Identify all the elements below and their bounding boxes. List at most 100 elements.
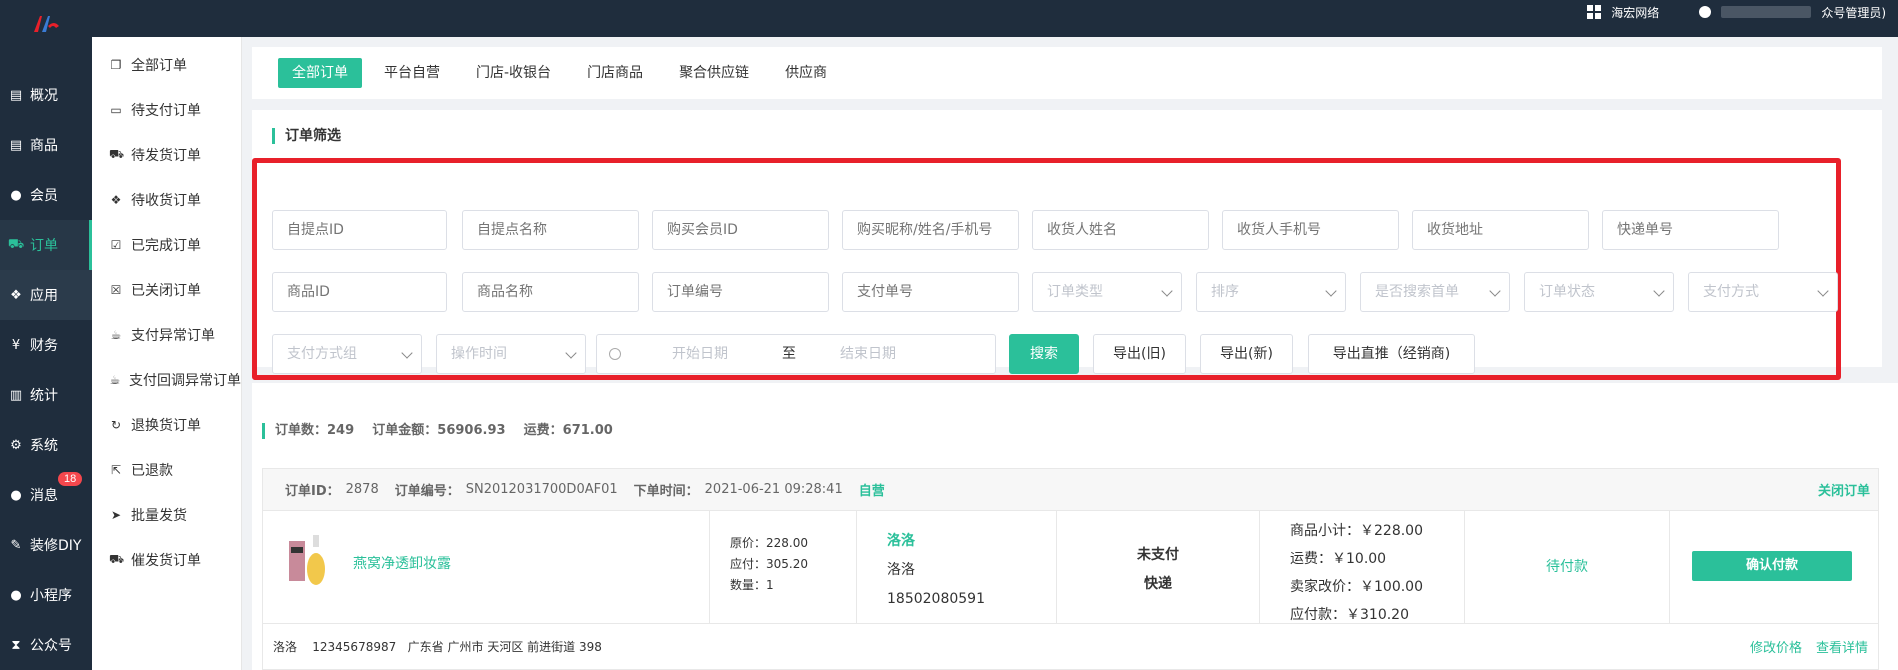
sort-select[interactable]: 排序 bbox=[1196, 272, 1346, 312]
order-sn: SN2012031700D0AF01 bbox=[465, 482, 618, 497]
date-separator: 至 bbox=[782, 346, 796, 362]
brand-logo-icon[interactable] bbox=[32, 12, 60, 34]
truck-icon: ⛟ bbox=[109, 551, 125, 566]
tab-supplier[interactable]: 供应商 bbox=[771, 58, 841, 88]
submenu-batch-ship[interactable]: ➤ 批量发货 bbox=[92, 492, 241, 537]
top-bar: 海宏网络 众号管理员) bbox=[0, 0, 1898, 37]
sidebar-item-overview[interactable]: ▤ 概况 bbox=[0, 70, 92, 120]
consignee-name-input[interactable] bbox=[1032, 210, 1209, 250]
submenu-refunded[interactable]: ⇱ 已退款 bbox=[92, 447, 241, 492]
main-content: 全部订单 平台自营 门店-收银台 门店商品 聚合供应链 供应商 订单筛选 订单类… bbox=[242, 37, 1898, 670]
users-icon: ● bbox=[10, 187, 22, 203]
export-new-button[interactable]: 导出(新) bbox=[1200, 334, 1293, 374]
order-time: 2021-06-21 09:28:41 bbox=[704, 482, 843, 497]
member-id-input[interactable] bbox=[652, 210, 829, 250]
confirm-payment-button[interactable]: 确认付款 bbox=[1692, 551, 1852, 581]
sidebar-item-finance[interactable]: ¥ 财务 bbox=[0, 320, 92, 370]
sidebar-item-official-account[interactable]: ⧗ 公众号 bbox=[0, 620, 92, 670]
submenu-closed[interactable]: ☒ 已关闭订单 bbox=[92, 267, 241, 312]
view-detail-link[interactable]: 查看详情 bbox=[1816, 637, 1868, 656]
pickup-point-name-input[interactable] bbox=[462, 210, 639, 250]
submenu-pending-receipt[interactable]: ❖ 待收货订单 bbox=[92, 177, 241, 222]
sidebar-item-miniprogram[interactable]: ● 小程序 bbox=[0, 570, 92, 620]
address-input[interactable] bbox=[1412, 210, 1589, 250]
submenu-pending-shipment[interactable]: ⛟ 待发货订单 bbox=[92, 132, 241, 177]
book-icon: ▤ bbox=[9, 137, 23, 153]
order-summary: 订单数：249 订单金额：56906.93 运费：671.00 bbox=[262, 423, 613, 439]
pay-sn-input[interactable] bbox=[842, 272, 1019, 312]
sidebar-item-diy[interactable]: ✎ 装修DIY bbox=[0, 520, 92, 570]
order-type-select[interactable]: 订单类型 bbox=[1032, 272, 1182, 312]
search-button[interactable]: 搜索 bbox=[1009, 334, 1079, 374]
submenu-completed[interactable]: ☑ 已完成订单 bbox=[92, 222, 241, 267]
first-order-select[interactable]: 是否搜索首单 bbox=[1360, 272, 1510, 312]
goods-name-link[interactable]: 燕窝净透卸妆露 bbox=[353, 553, 451, 573]
cup-icon: ☕ bbox=[110, 327, 122, 342]
goods-name-input[interactable] bbox=[462, 272, 639, 312]
user-icon bbox=[1699, 6, 1712, 18]
sidebar-item-stats[interactable]: ▥ 统计 bbox=[0, 370, 92, 420]
start-date[interactable]: 开始日期 bbox=[672, 335, 728, 373]
export-old-button[interactable]: 导出(旧) bbox=[1093, 334, 1186, 374]
buyer-cell: 洛洛 洛洛 18502080591 bbox=[857, 511, 1057, 624]
sidebar-item-messages[interactable]: ● 消息 18 bbox=[0, 470, 92, 520]
goods-id-input[interactable] bbox=[272, 272, 447, 312]
tracking-number-input[interactable] bbox=[1602, 210, 1779, 250]
status-cell: 待付款 bbox=[1465, 511, 1670, 624]
bar-chart-icon: ▥ bbox=[9, 387, 23, 403]
submenu-payment-exception[interactable]: ☕ 支付异常订单 bbox=[92, 312, 241, 357]
chat-icon: ● bbox=[10, 487, 22, 503]
company-name[interactable]: 海宏网络 bbox=[1611, 4, 1659, 21]
consignee-phone-input[interactable] bbox=[1222, 210, 1399, 250]
sidebar: ▤ 概况 ▤ 商品 ● 会员 ⛟ 订单 ❖ 应用 ¥ 财务 ▥ 统计 ⚙ 系统 ● 消息 18 ✎ 装… bbox=[0, 37, 92, 670]
export-direct-button[interactable]: 导出直推（经销商) bbox=[1308, 334, 1475, 374]
order-freight: 671.00 bbox=[562, 423, 613, 438]
tab-store-goods[interactable]: 门店商品 bbox=[573, 58, 657, 88]
buyer-nickname-link[interactable]: 洛洛 bbox=[887, 527, 985, 556]
date-range-picker[interactable]: 开始日期 至 结束日期 bbox=[596, 334, 996, 374]
order-sn-input[interactable] bbox=[652, 272, 829, 312]
sidebar-item-apps[interactable]: ❖ 应用 bbox=[0, 270, 92, 320]
order-status-select[interactable]: 订单状态 bbox=[1524, 272, 1674, 312]
amount-cell: 商品小计：￥228.00 运费：￥10.00 卖家改价：￥100.00 应付款：… bbox=[1260, 511, 1465, 624]
copy-icon: ❐ bbox=[110, 57, 122, 72]
buyer-phone: 18502080591 bbox=[887, 591, 985, 607]
product-thumbnail[interactable] bbox=[287, 533, 327, 589]
gear-icon: ⚙ bbox=[10, 437, 22, 453]
seller-adjust: 卖家改价：￥100.00 bbox=[1290, 579, 1423, 595]
close-order-link[interactable]: 关闭订单 bbox=[1818, 480, 1870, 499]
truck-icon: ⛟ bbox=[109, 146, 125, 161]
user-role[interactable]: 众号管理员) bbox=[1821, 4, 1886, 21]
pay-method-group-select[interactable]: 支付方式组 bbox=[272, 334, 422, 374]
order-tag: 自营 bbox=[858, 484, 885, 499]
sidebar-item-members[interactable]: ● 会员 bbox=[0, 170, 92, 220]
sidebar-item-orders[interactable]: ⛟ 订单 bbox=[0, 220, 92, 270]
action-cell: 确认付款 bbox=[1670, 511, 1878, 624]
cubes-icon: ❖ bbox=[10, 287, 22, 303]
tab-all-orders[interactable]: 全部订单 bbox=[278, 58, 362, 88]
tab-store-cashier[interactable]: 门店-收银台 bbox=[462, 58, 565, 88]
end-date[interactable]: 结束日期 bbox=[840, 335, 896, 373]
submenu-returns[interactable]: ↻ 退换货订单 bbox=[92, 402, 241, 447]
order-body: 燕窝净透卸妆露 原价：228.00 应付：305.20 数量：1 洛洛 洛洛 1… bbox=[263, 511, 1878, 624]
submenu-pending-payment[interactable]: ▭ 待支付订单 bbox=[92, 87, 241, 132]
payment-cell: 未支付 快递 bbox=[1057, 511, 1260, 624]
sidebar-item-goods[interactable]: ▤ 商品 bbox=[0, 120, 92, 170]
buyer-info-input[interactable] bbox=[842, 210, 1019, 250]
filter-title: 订单筛选 bbox=[272, 128, 341, 144]
goods-cell: 燕窝净透卸妆露 bbox=[263, 511, 710, 624]
pickup-point-id-input[interactable] bbox=[272, 210, 447, 250]
tab-platform-self[interactable]: 平台自营 bbox=[370, 58, 454, 88]
submenu-urge-ship[interactable]: ⛟ 催发货订单 bbox=[92, 537, 241, 582]
submenu-all-orders[interactable]: ❐ 全部订单 bbox=[92, 42, 241, 87]
pay-method-select[interactable]: 支付方式 bbox=[1688, 272, 1838, 312]
shipping-address: 洛洛 12345678987 广东省 广州市 天河区 前进街道 398 bbox=[273, 640, 602, 654]
grid-icon bbox=[1587, 5, 1602, 19]
check-square-icon: ☑ bbox=[110, 237, 122, 252]
submenu-callback-exception[interactable]: ☕ 支付回调异常订单 bbox=[92, 357, 241, 402]
tab-supply-chain[interactable]: 聚合供应链 bbox=[665, 58, 763, 88]
edit-price-link[interactable]: 修改价格 bbox=[1750, 637, 1802, 656]
sidebar-item-system[interactable]: ⚙ 系统 bbox=[0, 420, 92, 470]
operation-time-select[interactable]: 操作时间 bbox=[436, 334, 586, 374]
pay-status: 未支付 bbox=[1137, 547, 1179, 563]
